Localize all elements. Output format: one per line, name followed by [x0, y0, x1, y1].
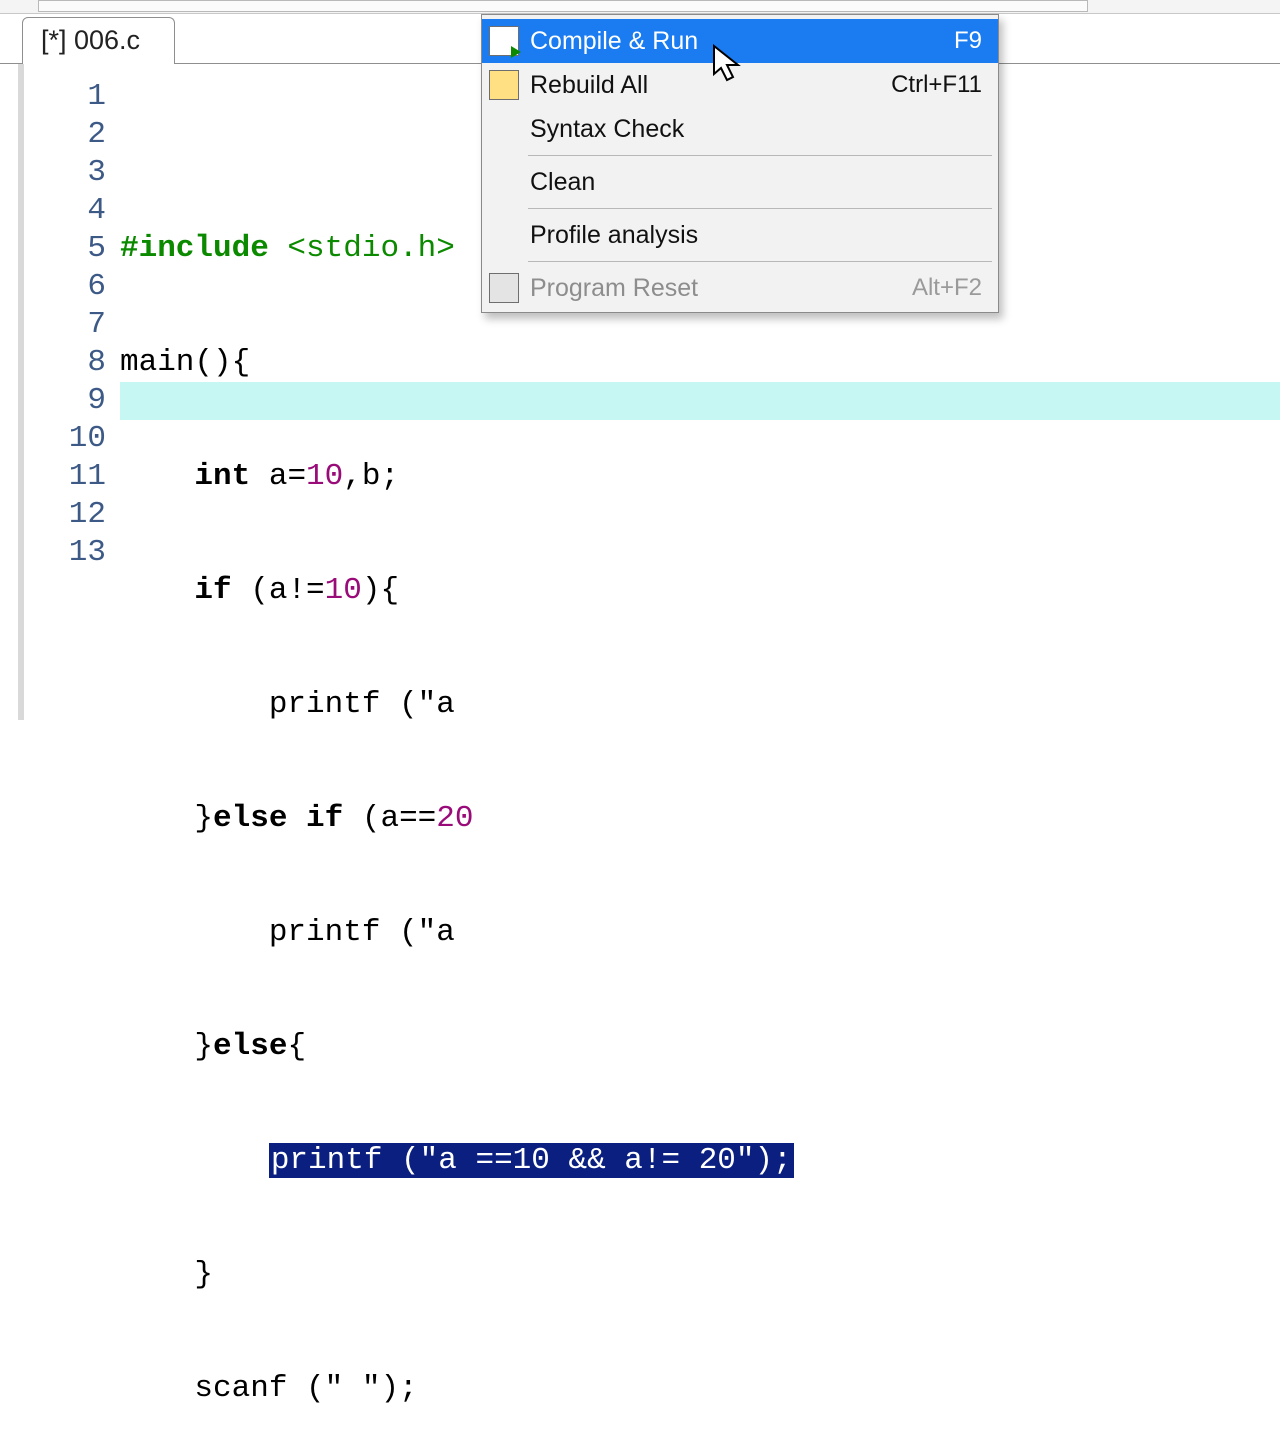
menu-label: Compile & Run — [526, 27, 954, 56]
line-number: 5 — [24, 230, 106, 268]
menu-item-rebuild-all[interactable]: Rebuild All Ctrl+F11 — [482, 63, 998, 107]
menu-separator — [528, 261, 992, 262]
line-number: 8 — [24, 344, 106, 382]
execute-menu: Compile & Run F9 Rebuild All Ctrl+F11 Sy… — [481, 14, 999, 313]
toolbar-area — [38, 0, 1088, 12]
code-line: } — [120, 1256, 1280, 1294]
code-line: }else{ — [120, 1028, 1280, 1066]
line-number: 1 — [24, 78, 106, 116]
menu-item-profile-analysis[interactable]: Profile analysis — [482, 213, 998, 257]
code-line: main(){ — [120, 344, 1280, 382]
menu-item-program-reset: Program Reset Alt+F2 — [482, 266, 998, 310]
menu-label: Clean — [526, 168, 982, 197]
line-number: 7 — [24, 306, 106, 344]
menu-separator — [528, 155, 992, 156]
toolbar-stub — [0, 0, 1280, 14]
line-number: 2 — [24, 116, 106, 154]
line-number: 6 — [24, 268, 106, 306]
menu-item-compile-run[interactable]: Compile & Run F9 — [482, 19, 998, 63]
menu-label: Profile analysis — [526, 221, 982, 250]
text-selection: printf ("a ==10 && a!= 20"); — [269, 1143, 794, 1178]
line-number: 4 — [24, 192, 106, 230]
menu-label: Program Reset — [526, 274, 912, 303]
line-number: 3 — [24, 154, 106, 192]
line-number: 10 — [24, 420, 106, 458]
line-number: 11 — [24, 458, 106, 496]
code-line: printf ("a — [120, 686, 1280, 724]
code-line: printf ("a ==10 && a!= 20"); — [120, 1142, 1280, 1180]
compile-run-icon — [489, 26, 519, 56]
menu-label: Syntax Check — [526, 115, 982, 144]
reset-icon — [489, 273, 519, 303]
menu-item-clean[interactable]: Clean — [482, 160, 998, 204]
line-number: 9 — [24, 382, 106, 420]
menu-accel: Alt+F2 — [912, 274, 982, 302]
line-number: 12 — [24, 496, 106, 534]
caret-line-highlight — [120, 382, 1280, 420]
code-line: if (a!=10){ — [120, 572, 1280, 610]
menu-label: Rebuild All — [526, 71, 891, 100]
line-number-gutter: 1 2 3 4 5 6 7 8 9 10 11 12 13 — [24, 64, 120, 720]
rebuild-icon — [489, 70, 519, 100]
code-line: scanf (" "); — [120, 1370, 1280, 1408]
line-number: 13 — [24, 534, 106, 572]
code-line: int a=10,b; — [120, 458, 1280, 496]
code-line: printf ("a — [120, 914, 1280, 952]
menu-accel: F9 — [954, 27, 982, 55]
code-line: }else if (a==20 — [120, 800, 1280, 838]
menu-separator — [528, 208, 992, 209]
file-tab[interactable]: [*] 006.c — [22, 17, 175, 64]
menu-item-syntax-check[interactable]: Syntax Check — [482, 107, 998, 151]
menu-accel: Ctrl+F11 — [891, 71, 982, 99]
